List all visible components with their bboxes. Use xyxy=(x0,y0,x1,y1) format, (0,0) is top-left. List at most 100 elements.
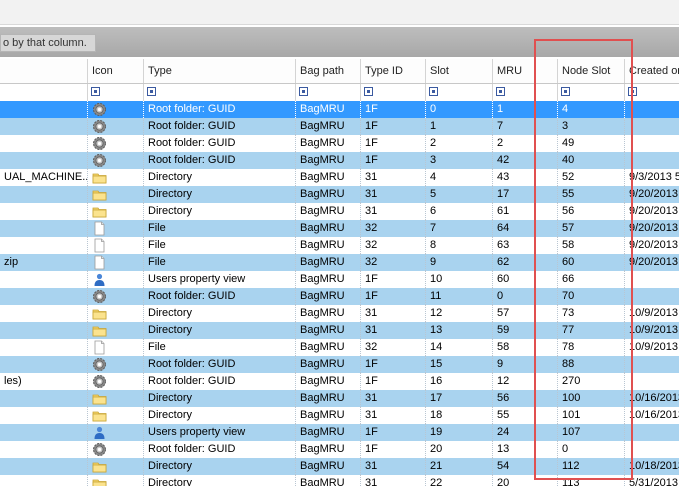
filter-cell-type-id[interactable] xyxy=(360,84,425,101)
column-header-bag-path[interactable]: Bag path xyxy=(295,59,360,83)
filter-cell-bag-path[interactable] xyxy=(295,84,360,101)
type-cell: Root folder: GUID xyxy=(143,101,295,118)
node-slot-cell: 4 xyxy=(557,101,624,118)
value-cell xyxy=(0,424,87,441)
mru-cell: 7 xyxy=(492,118,557,135)
value-cell xyxy=(0,339,87,356)
folder-icon xyxy=(92,326,107,337)
bag-path-cell: BagMRU xyxy=(295,356,360,373)
filter-cell-icon[interactable] xyxy=(87,84,143,101)
table-row[interactable]: Root folder: GUID BagMRU 1F 3 42 40 xyxy=(0,152,679,169)
node-slot-cell: 55 xyxy=(557,186,624,203)
table-row[interactable]: Root folder: GUID BagMRU 1F 0 1 4 xyxy=(0,101,679,118)
column-header-mru[interactable]: MRU xyxy=(492,59,557,83)
mru-cell: 20 xyxy=(492,475,557,486)
slot-cell: 15 xyxy=(425,356,492,373)
table-row[interactable]: Directory BagMRU 31 18 55 101 10/16/2013 xyxy=(0,407,679,424)
table-row[interactable]: UAL_MACHINE... Directory BagMRU 31 4 43 52 9/3/… xyxy=(0,169,679,186)
folder-icon xyxy=(92,411,107,422)
filter-icon[interactable] xyxy=(628,87,637,96)
table-row[interactable]: les) Root folder: GUID BagMRU 1F 16 12 270 xyxy=(0,373,679,390)
column-header-type[interactable]: Type xyxy=(143,59,295,83)
type-cell: Users property view xyxy=(143,424,295,441)
column-header-slot[interactable]: Slot xyxy=(425,59,492,83)
user-icon xyxy=(94,273,105,286)
filter-cell-value[interactable] xyxy=(0,84,87,101)
icon-cell xyxy=(87,237,143,254)
column-header-icon[interactable]: Icon xyxy=(87,59,143,83)
column-header-type-id[interactable]: Type ID xyxy=(360,59,425,83)
gear-icon xyxy=(93,358,106,371)
slot-cell: 3 xyxy=(425,152,492,169)
table-row[interactable]: Directory BagMRU 31 17 56 100 10/16/2013 xyxy=(0,390,679,407)
type-cell: Directory xyxy=(143,169,295,186)
filter-cell-mru[interactable] xyxy=(492,84,557,101)
table-row[interactable]: Root folder: GUID BagMRU 1F 11 0 70 xyxy=(0,288,679,305)
value-cell xyxy=(0,271,87,288)
icon-cell xyxy=(87,288,143,305)
created-on-cell xyxy=(624,135,679,152)
gear-icon xyxy=(93,120,106,133)
filter-icon[interactable] xyxy=(147,87,156,96)
table-row[interactable]: File BagMRU 32 7 64 57 9/20/2013 xyxy=(0,220,679,237)
slot-cell: 13 xyxy=(425,322,492,339)
node-slot-cell: 270 xyxy=(557,373,624,390)
group-by-panel[interactable]: o by that column. xyxy=(0,27,679,57)
table-row[interactable]: Users property view BagMRU 1F 10 60 66 xyxy=(0,271,679,288)
type-id-cell: 1F xyxy=(360,373,425,390)
type-id-cell: 31 xyxy=(360,186,425,203)
gear-icon xyxy=(93,443,106,456)
table-row[interactable]: File BagMRU 32 8 63 58 9/20/2013 xyxy=(0,237,679,254)
created-on-cell: 10/9/2013 xyxy=(624,322,679,339)
table-row[interactable]: Users property view BagMRU 1F 19 24 107 xyxy=(0,424,679,441)
filter-cell-type[interactable] xyxy=(143,84,295,101)
folder-icon xyxy=(92,462,107,473)
table-row[interactable]: Directory BagMRU 31 12 57 73 10/9/2013 xyxy=(0,305,679,322)
type-id-cell: 31 xyxy=(360,169,425,186)
table-row[interactable]: Directory BagMRU 31 22 20 113 5/31/2013 xyxy=(0,475,679,486)
table-row[interactable]: Directory BagMRU 31 13 59 77 10/9/2013 xyxy=(0,322,679,339)
node-slot-cell: 57 xyxy=(557,220,624,237)
mru-cell: 55 xyxy=(492,407,557,424)
icon-cell xyxy=(87,169,143,186)
filter-cell-node-slot[interactable] xyxy=(557,84,624,101)
icon-cell xyxy=(87,203,143,220)
filter-icon[interactable] xyxy=(496,87,505,96)
filter-cell-created-on[interactable] xyxy=(624,84,679,101)
column-header-value[interactable] xyxy=(0,59,87,83)
gear-icon xyxy=(93,154,106,167)
filter-icon[interactable] xyxy=(91,87,100,96)
bag-path-cell: BagMRU xyxy=(295,407,360,424)
filter-icon[interactable] xyxy=(561,87,570,96)
table-row[interactable]: Directory BagMRU 31 6 61 56 9/20/2013 xyxy=(0,203,679,220)
column-header-node-slot[interactable]: Node Slot xyxy=(557,59,624,83)
bag-path-cell: BagMRU xyxy=(295,237,360,254)
type-id-cell: 31 xyxy=(360,305,425,322)
table-row[interactable]: Root folder: GUID BagMRU 1F 1 7 3 xyxy=(0,118,679,135)
table-row[interactable]: Root folder: GUID BagMRU 1F 15 9 88 xyxy=(0,356,679,373)
type-id-cell: 31 xyxy=(360,390,425,407)
shellbags-grid[interactable]: Icon Type Bag path Type ID Slot MRU Node… xyxy=(0,59,679,486)
table-row[interactable]: zip File BagMRU 32 9 62 60 9/20/2013 xyxy=(0,254,679,271)
type-id-cell: 1F xyxy=(360,152,425,169)
node-slot-cell: 58 xyxy=(557,237,624,254)
column-header-created-on[interactable]: Created or xyxy=(624,59,679,83)
gear-icon xyxy=(93,290,106,303)
filter-icon[interactable] xyxy=(299,87,308,96)
filter-icon[interactable] xyxy=(429,87,438,96)
table-row[interactable]: Root folder: GUID BagMRU 1F 2 2 49 xyxy=(0,135,679,152)
bag-path-cell: BagMRU xyxy=(295,118,360,135)
bag-path-cell: BagMRU xyxy=(295,322,360,339)
table-row[interactable]: Directory BagMRU 31 21 54 112 10/18/2013 xyxy=(0,458,679,475)
filter-icon[interactable] xyxy=(364,87,373,96)
bag-path-cell: BagMRU xyxy=(295,424,360,441)
table-row[interactable]: Root folder: GUID BagMRU 1F 20 13 0 xyxy=(0,441,679,458)
mru-cell: 60 xyxy=(492,271,557,288)
table-row[interactable]: Directory BagMRU 31 5 17 55 9/20/2013 xyxy=(0,186,679,203)
slot-cell: 0 xyxy=(425,101,492,118)
filter-cell-slot[interactable] xyxy=(425,84,492,101)
node-slot-cell: 100 xyxy=(557,390,624,407)
type-id-cell: 32 xyxy=(360,220,425,237)
type-cell: Root folder: GUID xyxy=(143,441,295,458)
table-row[interactable]: File BagMRU 32 14 58 78 10/9/2013 xyxy=(0,339,679,356)
